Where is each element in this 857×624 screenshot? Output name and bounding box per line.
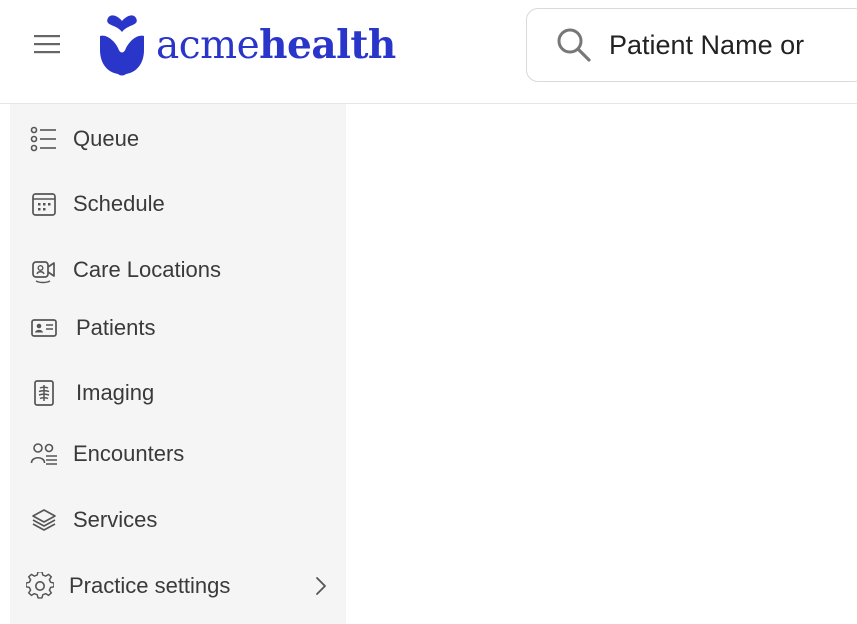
brand-name-light: acme <box>156 22 260 68</box>
sidebar-nav: Queue Schedule Care Locations Patients I… <box>10 104 346 624</box>
brand-name-bold: health <box>259 21 396 68</box>
sidebar-item-label: Imaging <box>76 380 155 405</box>
patient-search-input[interactable] <box>609 29 857 61</box>
people-list-icon <box>30 440 58 468</box>
sidebar-item-imaging[interactable]: Imaging <box>10 368 346 418</box>
sidebar-item-patients[interactable]: Patients <box>10 303 346 353</box>
sidebar-item-label: Services <box>73 507 158 532</box>
chevron-right-icon[interactable] <box>310 572 332 600</box>
id-card-icon <box>30 314 58 342</box>
sidebar-item-practice-settings[interactable]: Practice settings <box>10 561 346 611</box>
brand-name: acmehealth <box>156 22 396 68</box>
layers-icon <box>30 506 58 534</box>
sidebar-item-label: Care Locations <box>73 257 221 282</box>
search-icon <box>557 28 591 62</box>
sidebar-item-encounters[interactable]: Encounters <box>10 429 346 479</box>
sidebar-item-services[interactable]: Services <box>10 495 346 545</box>
video-call-icon <box>30 256 58 284</box>
app-header: acmehealth <box>0 0 857 104</box>
hamburger-menu-icon[interactable] <box>34 33 62 55</box>
sidebar-item-care-locations[interactable]: Care Locations <box>10 245 346 295</box>
list-icon <box>30 125 58 153</box>
main-content <box>346 104 857 624</box>
sidebar-item-schedule[interactable]: Schedule <box>10 179 346 229</box>
xray-icon <box>30 379 58 407</box>
gear-icon <box>26 572 54 600</box>
logo-mark-icon <box>100 15 144 76</box>
sidebar-item-label: Encounters <box>73 441 185 466</box>
sidebar-item-queue[interactable]: Queue <box>10 114 346 164</box>
brand-logo[interactable]: acmehealth <box>96 14 396 76</box>
sidebar-item-label: Patients <box>76 315 156 340</box>
sidebar-item-label: Queue <box>73 126 140 151</box>
calendar-icon <box>30 190 58 218</box>
patient-search-box[interactable] <box>526 8 857 82</box>
sidebar-item-label: Practice settings <box>69 573 231 598</box>
sidebar-item-label: Schedule <box>73 191 165 216</box>
